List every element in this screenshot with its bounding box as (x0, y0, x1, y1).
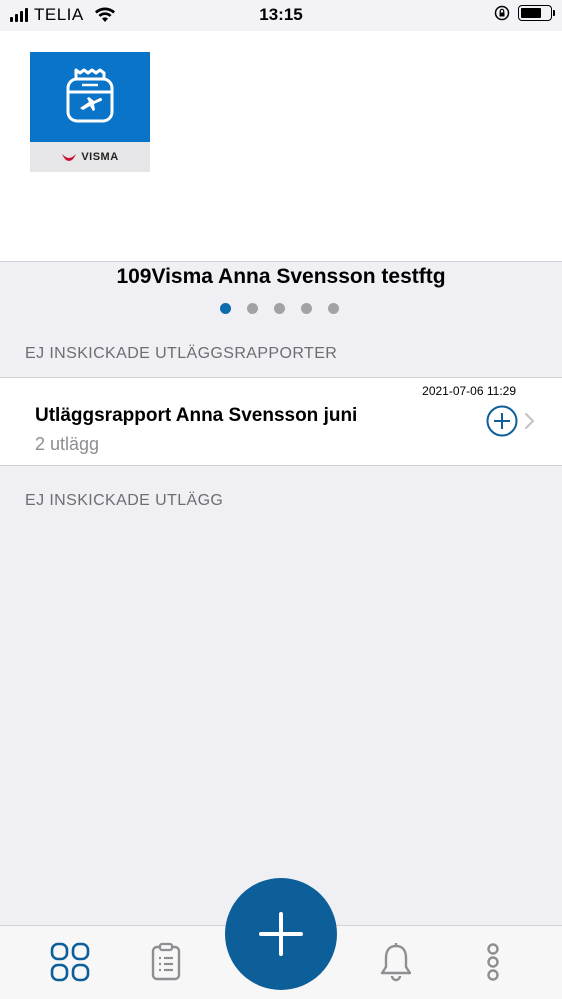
add-expense-button[interactable] (225, 878, 337, 990)
unsent-reports-header: EJ INSKICKADE UTLÄGGSRAPPORTER (25, 345, 338, 362)
add-icon (259, 912, 303, 956)
orientation-lock-icon (494, 5, 510, 21)
unsent-expenses-header: EJ INSKICKADE UTLÄGG (25, 492, 224, 509)
battery-icon (518, 5, 555, 21)
tab-dashboard[interactable] (49, 941, 91, 983)
bell-icon (380, 943, 412, 982)
header: VISMA (0, 31, 562, 262)
report-title: Utläggsrapport Anna Svensson juni (35, 405, 358, 426)
page-dot-3[interactable] (274, 303, 285, 314)
receipt-travel-icon (66, 68, 114, 123)
report-date: 2021-07-06 11:29 (422, 384, 516, 398)
clipboard-icon (151, 942, 181, 981)
page-dot-5[interactable] (328, 303, 339, 314)
status-bar: TELIA 13:15 (0, 0, 562, 31)
page-dot-4[interactable] (301, 303, 312, 314)
report-row[interactable]: 2021-07-06 11:29 Utläggsrapport Anna Sve… (0, 377, 562, 466)
visma-wordmark: VISMA (81, 151, 119, 163)
tab-reports[interactable] (145, 941, 187, 983)
more-icon (487, 943, 499, 981)
status-time: 13:15 (259, 5, 303, 24)
visma-brand: VISMA (30, 142, 150, 172)
tab-notifications[interactable] (375, 941, 417, 983)
tab-more[interactable] (472, 941, 514, 983)
page-indicator[interactable] (220, 303, 339, 314)
add-expense-to-report-icon[interactable] (486, 405, 518, 437)
app-logo: VISMA (30, 52, 150, 172)
report-expense-count: 2 utlägg (35, 434, 100, 454)
chevron-right-icon (524, 412, 535, 430)
grid-icon (50, 942, 90, 982)
app-screen: TELIA 13:15 VISMA 109Visma Anna Svensson… (0, 0, 562, 999)
page-dot-1[interactable] (220, 303, 231, 314)
status-right (494, 5, 555, 21)
company-name[interactable]: 109Visma Anna Svensson testftg (0, 265, 562, 289)
visma-logo-icon (62, 154, 77, 161)
page-dot-2[interactable] (247, 303, 258, 314)
